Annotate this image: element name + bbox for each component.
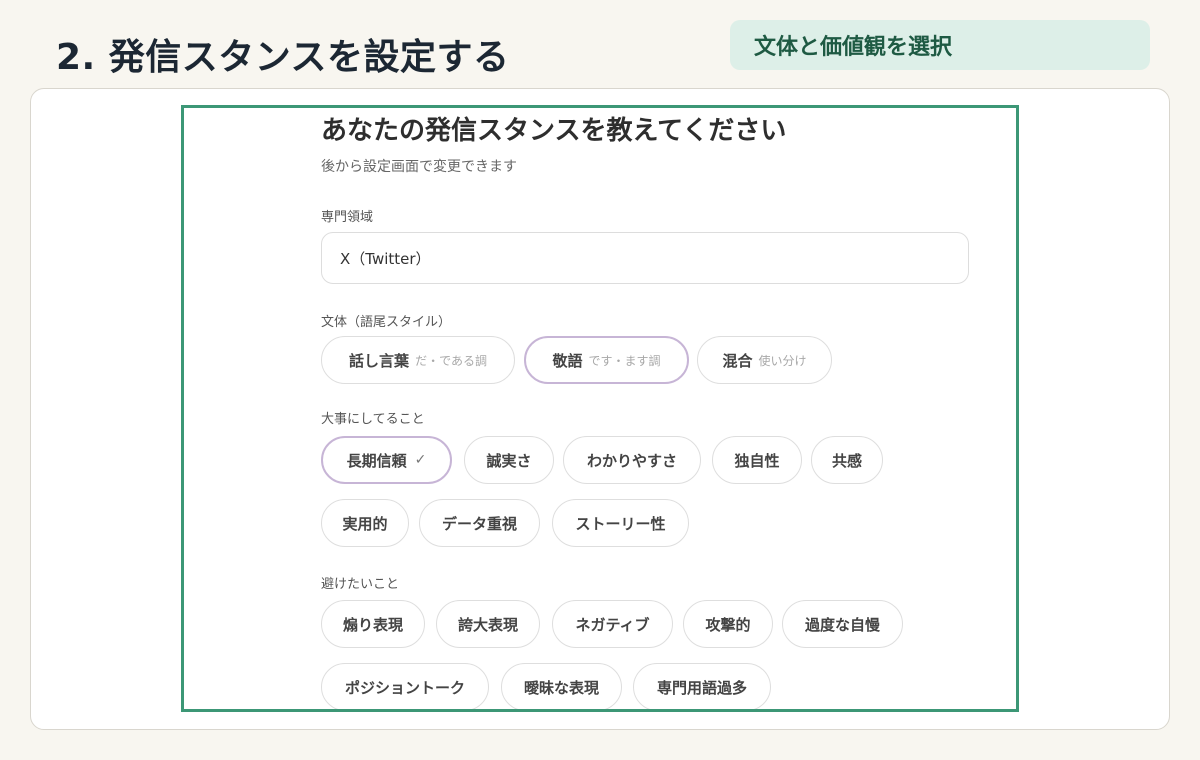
chip-label: 誇大表現 — [457, 615, 518, 634]
form-subtitle: 後から設定画面で変更できます — [321, 159, 517, 175]
chip-label: 煽り表現 — [342, 615, 403, 634]
avoid-chip-negative[interactable]: ネガティブ — [552, 600, 673, 648]
section-tag: 文体と価値観を選択 — [730, 20, 1150, 70]
value-chip-sincerity[interactable]: 誠実さ — [464, 436, 554, 484]
expertise-input[interactable] — [321, 232, 969, 284]
chip-label: 誠実さ — [486, 451, 532, 470]
value-chip-clarity[interactable]: わかりやすさ — [563, 436, 701, 484]
avoid-chip-exaggeration[interactable]: 誇大表現 — [436, 600, 540, 648]
chip-label: わかりやすさ — [586, 451, 677, 470]
chip-label: データ重視 — [441, 514, 517, 533]
chip-label: 話し言葉 — [349, 351, 410, 370]
chip-label: 過度な自慢 — [804, 615, 880, 634]
chip-label: ポジショントーク — [344, 678, 465, 697]
style-chip-mixed[interactable]: 混合 使い分け — [697, 336, 832, 384]
chip-label: 敬語 — [552, 351, 583, 370]
chip-label: 専門用語過多 — [656, 678, 747, 697]
value-chip-long-term-trust[interactable]: 長期信頼 ✓ — [321, 436, 452, 484]
style-label: 文体（語尾スタイル） — [321, 315, 452, 330]
style-chip-polite[interactable]: 敬語 です・ます調 — [524, 336, 689, 384]
avoid-chip-aggressive[interactable]: 攻撃的 — [683, 600, 773, 648]
screenshot-frame: あなたの発信スタンスを教えてください 後から設定画面で変更できます 専門領域 文… — [181, 105, 1019, 712]
value-chip-data-driven[interactable]: データ重視 — [419, 499, 540, 547]
chip-label: 攻撃的 — [705, 615, 751, 634]
chip-hint: 使い分け — [758, 353, 807, 368]
chip-label: 実用的 — [342, 514, 388, 533]
avoid-chip-vague-expression[interactable]: 曖昧な表現 — [501, 663, 622, 709]
avoid-chip-excessive-bragging[interactable]: 過度な自慢 — [782, 600, 903, 648]
chip-hint: だ・である調 — [415, 353, 487, 368]
chip-label: ネガティブ — [575, 615, 650, 634]
step-title: 2. 発信スタンスを設定する — [56, 37, 510, 78]
chip-label: 独自性 — [734, 451, 780, 470]
chip-label: 混合 — [722, 351, 753, 370]
avoid-label: 避けたいこと — [321, 577, 400, 592]
chip-hint: です・ます調 — [588, 353, 661, 368]
value-chip-storytelling[interactable]: ストーリー性 — [552, 499, 689, 547]
avoid-chip-sensationalism[interactable]: 煽り表現 — [321, 600, 425, 648]
style-chip-casual[interactable]: 話し言葉 だ・である調 — [321, 336, 515, 384]
values-label: 大事にしてること — [321, 412, 425, 427]
value-chip-practical[interactable]: 実用的 — [321, 499, 409, 547]
value-chip-originality[interactable]: 独自性 — [712, 436, 802, 484]
section-tag-label: 文体と価値観を選択 — [754, 35, 953, 60]
check-icon: ✓ — [414, 452, 427, 468]
avoid-chip-position-talk[interactable]: ポジショントーク — [321, 663, 489, 709]
form-title: あなたの発信スタンスを教えてください — [321, 116, 787, 146]
expertise-label: 専門領域 — [321, 210, 374, 225]
chip-label: 共感 — [831, 451, 862, 470]
chip-label: ストーリー性 — [575, 514, 666, 533]
chip-label: 曖昧な表現 — [523, 678, 599, 697]
chip-label: 長期信頼 — [346, 451, 407, 470]
value-chip-empathy[interactable]: 共感 — [811, 436, 883, 484]
avoid-chip-jargon-overuse[interactable]: 専門用語過多 — [633, 663, 771, 709]
